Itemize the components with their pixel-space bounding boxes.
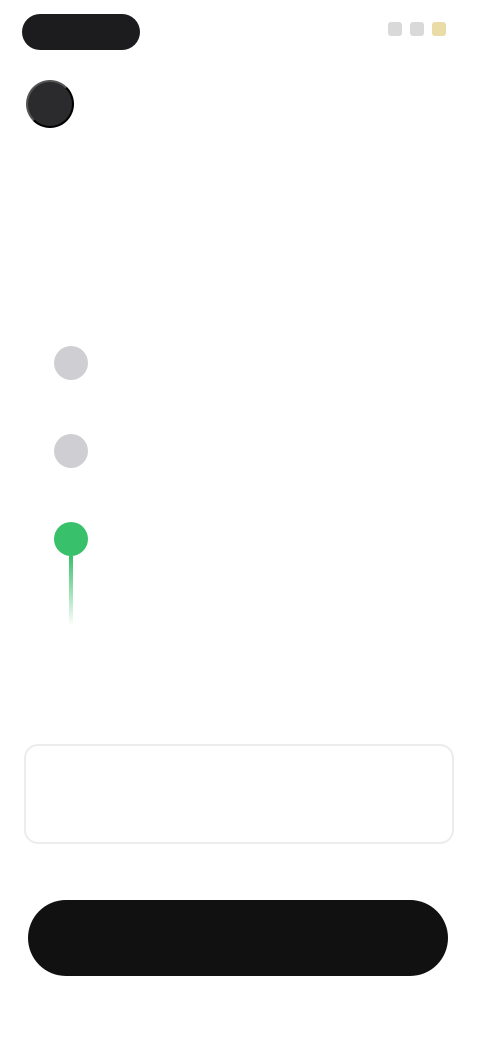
status-bar-time-pill [22, 14, 140, 50]
wifi-icon [410, 22, 424, 36]
battery-icon [432, 22, 446, 36]
status-bar-icons [388, 22, 446, 36]
primary-action-button[interactable] [28, 900, 448, 976]
summary-card[interactable] [24, 744, 454, 844]
step-status-icon [54, 346, 88, 380]
timeline-step [54, 346, 424, 434]
signal-icon [388, 22, 402, 36]
step-active-icon [54, 522, 88, 556]
progress-timeline [54, 346, 424, 626]
timeline-step [54, 434, 424, 522]
timeline-step-active [54, 522, 424, 626]
step-status-icon [54, 434, 88, 468]
back-button[interactable] [26, 80, 74, 128]
